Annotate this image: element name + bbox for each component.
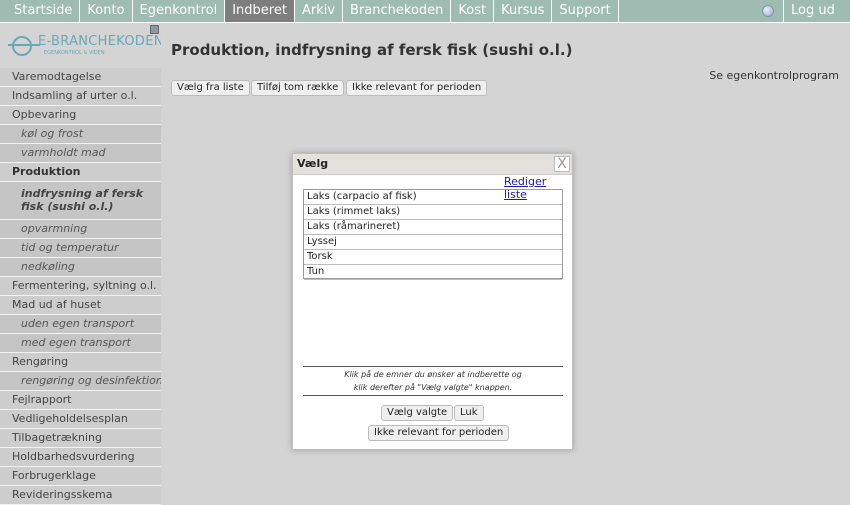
sidebar-item-opvarmning[interactable]: opvarmning bbox=[0, 220, 161, 239]
list-item[interactable]: Torsk bbox=[304, 250, 562, 265]
sidebar-item-med-egen-transport[interactable]: med egen transport bbox=[0, 334, 161, 353]
sidebar: Varemodtagelse Indsamling af urter o.l. … bbox=[0, 68, 163, 505]
sidebar-item-holdbarhedsvurdering[interactable]: Holdbarhedsvurdering bbox=[0, 448, 161, 467]
sidebar-item-kol-og-frost[interactable]: køl og frost bbox=[0, 125, 161, 144]
sidebar-item-mad-ud-af-huset[interactable]: Mad ud af huset bbox=[0, 296, 161, 315]
logo-circle-icon bbox=[12, 36, 32, 56]
program-link[interactable]: Se egenkontrolprogram bbox=[709, 69, 839, 82]
nav-indberet[interactable]: Indberet bbox=[225, 0, 295, 22]
logo-title: E-BRANCHEKODEN bbox=[38, 34, 164, 49]
sidebar-item-revideringsskema[interactable]: Revideringsskema bbox=[0, 486, 161, 505]
divider bbox=[303, 395, 563, 396]
nav-egenkontrol[interactable]: Egenkontrol bbox=[133, 0, 226, 22]
sidebar-item-fermentering[interactable]: Fermentering, syltning o.l. bbox=[0, 277, 161, 296]
nav-kursus[interactable]: Kursus bbox=[494, 0, 553, 22]
sidebar-item-opbevaring[interactable]: Opbevaring bbox=[0, 106, 161, 125]
choose-from-list-button[interactable]: Vælg fra liste bbox=[171, 80, 250, 96]
nav-support[interactable]: Support bbox=[552, 0, 619, 22]
sidebar-item-rengoring-og-desinfektion[interactable]: rengøring og desinfektion bbox=[0, 372, 163, 391]
page-title: Produktion, indfrysning af fersk fisk (s… bbox=[171, 41, 573, 59]
logo[interactable]: E-BRANCHEKODEN EGENKONTROL & VIDEN bbox=[0, 24, 164, 68]
logout-button[interactable]: Log ud bbox=[783, 0, 842, 22]
sidebar-item-indsamling[interactable]: Indsamling af urter o.l. bbox=[0, 87, 161, 106]
dialog-titlebar: Vælg X bbox=[293, 154, 572, 175]
list-item[interactable]: Laks (råmarineret) bbox=[304, 220, 562, 235]
sidebar-item-varemodtagelse[interactable]: Varemodtagelse bbox=[0, 68, 161, 87]
dialog-not-relevant-button[interactable]: Ikke relevant for perioden bbox=[368, 425, 510, 441]
nav-kost[interactable]: Kost bbox=[451, 0, 495, 22]
sidebar-item-uden-egen-transport[interactable]: uden egen transport bbox=[0, 315, 161, 334]
instructions-line-2: klik derefter på "Vælg valgte" knappen. bbox=[353, 383, 513, 392]
sidebar-item-varmholdt-mad[interactable]: varmholdt mad bbox=[0, 144, 161, 163]
list-item[interactable]: Tun bbox=[304, 265, 562, 280]
instructions-line-1: Klik på de emner du ønsker at indberette… bbox=[344, 370, 522, 379]
edit-icon[interactable] bbox=[150, 25, 159, 34]
top-navigation: Startside Konto Egenkontrol Indberet Ark… bbox=[0, 0, 850, 23]
sidebar-item-fejlrapport[interactable]: Fejlrapport bbox=[0, 391, 161, 410]
list-item[interactable]: Lyssej bbox=[304, 235, 562, 250]
sidebar-item-vedligeholdelsesplan[interactable]: Vedligeholdelsesplan bbox=[0, 410, 161, 429]
close-button[interactable]: Luk bbox=[454, 405, 484, 421]
instructions: Klik på de emner du ønsker at indberette… bbox=[303, 368, 563, 394]
nav-startside[interactable]: Startside bbox=[7, 0, 81, 22]
divider bbox=[303, 366, 563, 367]
dialog-title: Vælg bbox=[297, 157, 329, 170]
nav-konto[interactable]: Konto bbox=[80, 0, 133, 22]
nav-items: Startside Konto Egenkontrol Indberet Ark… bbox=[7, 0, 619, 22]
select-dialog: Vælg X Rediger liste Laks (carpacio af f… bbox=[292, 153, 573, 450]
nav-arkiv[interactable]: Arkiv bbox=[295, 0, 344, 22]
sidebar-item-tid-og-temperatur[interactable]: tid og temperatur bbox=[0, 239, 161, 258]
sidebar-item-rengoring[interactable]: Rengøring bbox=[0, 353, 161, 372]
item-list: Laks (carpacio af fisk) Laks (rimmet lak… bbox=[303, 189, 563, 280]
add-empty-row-button[interactable]: Tilføj tom række bbox=[251, 80, 345, 96]
sidebar-item-tilbagetraekning[interactable]: Tilbagetrækning bbox=[0, 429, 161, 448]
list-item[interactable]: Laks (rimmet laks) bbox=[304, 205, 562, 220]
nav-branchekoden[interactable]: Branchekoden bbox=[343, 0, 452, 22]
list-item[interactable]: Laks (carpacio af fisk) bbox=[304, 190, 562, 205]
sidebar-item-nedkoling[interactable]: nedkøling bbox=[0, 258, 161, 277]
close-icon[interactable]: X bbox=[554, 156, 570, 172]
not-relevant-button[interactable]: Ikke relevant for perioden bbox=[346, 80, 488, 96]
sidebar-item-indfrysning-selected[interactable]: indfrysning af fersk fisk (sushi o.l.) bbox=[0, 182, 161, 220]
sidebar-item-forbrugerklage[interactable]: Forbrugerklage bbox=[0, 467, 161, 486]
choose-selected-button[interactable]: Vælg valgte bbox=[381, 405, 454, 421]
logo-subtitle: EGENKONTROL & VIDEN bbox=[44, 50, 105, 56]
help-icon[interactable] bbox=[762, 5, 774, 17]
sidebar-item-produktion[interactable]: Produktion bbox=[0, 163, 161, 182]
header-bar: Produktion, indfrysning af fersk fisk (s… bbox=[161, 24, 850, 68]
